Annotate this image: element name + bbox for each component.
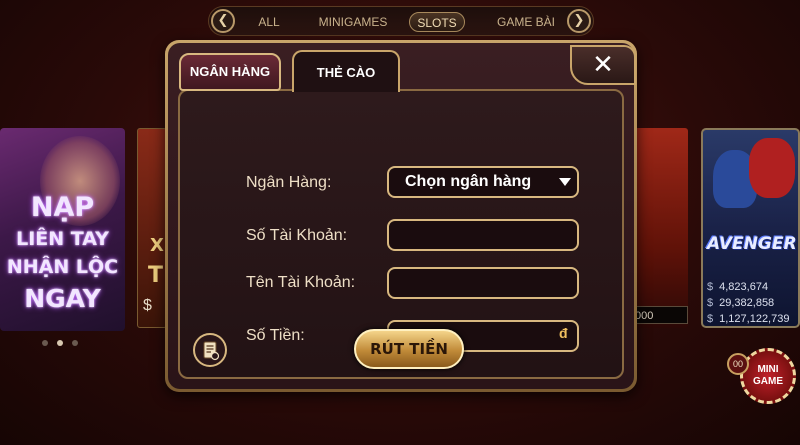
promo-banner[interactable]: NẠP LIÊN TAY NHẬN LỘC NGAY — [0, 128, 125, 331]
account-name-input[interactable] — [387, 267, 579, 299]
withdraw-button[interactable]: RÚT TIỀN — [354, 329, 464, 369]
banner-line-4: NGAY — [24, 284, 101, 313]
account-number-input[interactable] — [387, 219, 579, 251]
pagination-dot-active[interactable] — [57, 340, 63, 346]
tile-partial-currency: $ — [143, 297, 152, 314]
bank-select[interactable]: Chọn ngân hàng — [387, 166, 579, 198]
game-tile-partial-right[interactable]: 000 — [632, 128, 688, 328]
jackpot-value: 4,823,674 — [719, 281, 769, 293]
pagination-dot[interactable] — [72, 340, 78, 346]
game-logo: AVENGER — [707, 234, 797, 254]
category-bar: ❮ ALL MINIGAMES SLOTS GAME BÀI ❯ — [208, 6, 594, 36]
chevron-down-icon — [559, 178, 571, 186]
jackpot-value: 29,382,858 — [719, 297, 775, 309]
close-button[interactable]: ✕ — [570, 45, 636, 85]
dollar-icon: $ — [707, 281, 714, 293]
tab-card[interactable]: THẺ CÀO — [292, 50, 400, 92]
hero-art — [749, 138, 795, 198]
banner-line-2: LIÊN TAY — [16, 228, 109, 250]
banner-pagination — [42, 340, 82, 348]
mini-game-label-1: MINI — [757, 364, 779, 375]
jackpot-amount: 000 — [632, 306, 688, 324]
dollar-icon: $ — [707, 313, 714, 325]
tab-all[interactable]: ALL — [249, 12, 289, 32]
tile-partial-text: X — [150, 235, 164, 256]
dollar-icon: $ — [707, 297, 714, 309]
history-icon — [203, 341, 220, 361]
close-icon: ✕ — [592, 50, 614, 80]
mini-game-button[interactable]: MINI GAME — [740, 348, 796, 404]
tab-game-bai[interactable]: GAME BÀI — [493, 12, 559, 32]
withdraw-dialog: Ngân Hàng: Chọn ngân hàng Số Tài Khoản: … — [165, 40, 637, 392]
mini-game-label-2: GAME — [753, 376, 783, 387]
nav-next-button[interactable]: ❯ — [567, 9, 591, 33]
history-button[interactable] — [193, 333, 227, 367]
banner-line-3: NHẬN LỘC — [6, 256, 119, 278]
tab-minigames[interactable]: MINIGAMES — [315, 12, 391, 32]
pagination-dot[interactable] — [42, 340, 48, 346]
account-name-label: Tên Tài Khoản: — [246, 274, 356, 291]
account-number-label: Số Tài Khoản: — [246, 227, 348, 244]
mini-game-count-badge: 00 — [727, 353, 749, 375]
dialog-body: Ngân Hàng: Chọn ngân hàng Số Tài Khoản: … — [168, 43, 636, 389]
tab-bank[interactable]: NGÂN HÀNG — [179, 53, 281, 91]
currency-symbol: đ — [559, 325, 568, 341]
jackpot-value: 1,127,122,739 — [719, 313, 790, 325]
tab-slots[interactable]: SLOTS — [409, 12, 465, 32]
game-tile-avengers[interactable]: AVENGER $4,823,674 $29,382,858 $1,127,12… — [701, 128, 800, 328]
jackpot-row: $4,823,674 — [707, 280, 798, 295]
nav-prev-button[interactable]: ❮ — [211, 9, 235, 33]
bank-select-value: Chọn ngân hàng — [405, 173, 532, 190]
tile-partial-text-2: T — [148, 263, 164, 288]
jackpot-row: $29,382,858 — [707, 296, 798, 311]
bank-label: Ngân Hàng: — [246, 174, 332, 191]
game-tile-partial-left[interactable]: X T $ — [137, 128, 167, 328]
jackpot-row: $1,127,122,739 — [707, 312, 798, 326]
banner-line-1: NẠP — [30, 192, 95, 223]
